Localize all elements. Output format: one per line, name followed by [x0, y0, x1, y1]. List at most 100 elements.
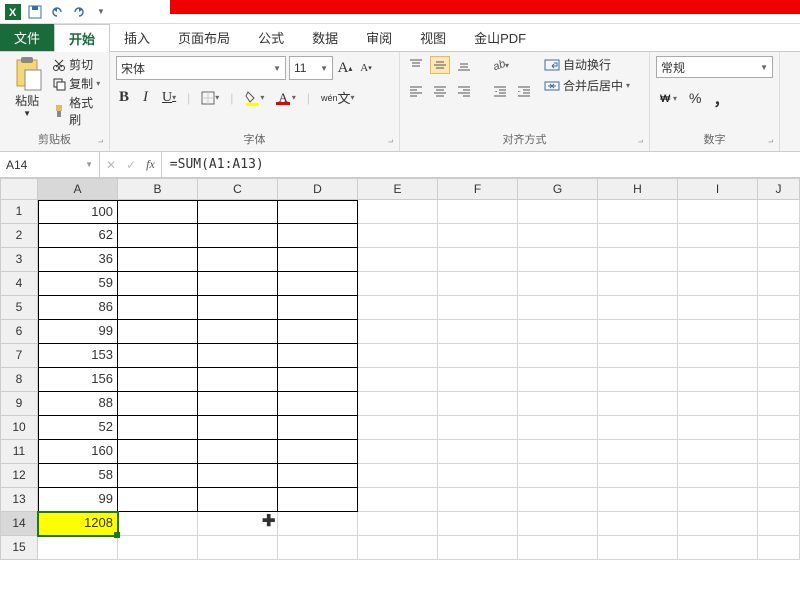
tab-insert[interactable]: 插入: [110, 24, 164, 51]
cell[interactable]: [438, 416, 518, 440]
cell[interactable]: [758, 200, 800, 224]
cell[interactable]: [598, 440, 678, 464]
cell[interactable]: [438, 272, 518, 296]
cell[interactable]: [518, 224, 598, 248]
cell[interactable]: [518, 320, 598, 344]
cell[interactable]: [438, 200, 518, 224]
cell[interactable]: [118, 488, 198, 512]
cell[interactable]: [198, 464, 278, 488]
cell[interactable]: [358, 272, 438, 296]
cell[interactable]: [678, 368, 758, 392]
cell[interactable]: [118, 272, 198, 296]
cell[interactable]: [118, 368, 198, 392]
font-color-button[interactable]: A▾: [275, 88, 298, 108]
cell[interactable]: [598, 248, 678, 272]
cell[interactable]: [518, 344, 598, 368]
cell[interactable]: [118, 536, 198, 560]
cell[interactable]: [278, 488, 358, 512]
col-header-H[interactable]: H: [598, 178, 678, 200]
cell[interactable]: [438, 224, 518, 248]
cut-button[interactable]: 剪切: [52, 56, 103, 73]
cell[interactable]: [598, 296, 678, 320]
cell[interactable]: [278, 368, 358, 392]
cell[interactable]: [598, 272, 678, 296]
cell[interactable]: [598, 392, 678, 416]
cell[interactable]: [118, 440, 198, 464]
cell[interactable]: [678, 512, 758, 536]
cell[interactable]: [358, 200, 438, 224]
cell[interactable]: [678, 440, 758, 464]
font-size-select[interactable]: 11▼: [289, 56, 333, 80]
comma-button[interactable]: ，: [710, 84, 732, 112]
cell[interactable]: [118, 224, 198, 248]
wrap-text-button[interactable]: 自动换行: [544, 56, 630, 73]
align-middle-icon[interactable]: [430, 56, 450, 74]
phonetic-button[interactable]: wén文▾: [318, 86, 358, 109]
cell[interactable]: 156: [38, 368, 118, 392]
cell[interactable]: [278, 224, 358, 248]
font-name-select[interactable]: 宋体▼: [116, 56, 286, 80]
cell[interactable]: [358, 512, 438, 536]
tab-review[interactable]: 审阅: [352, 24, 406, 51]
cell[interactable]: [118, 248, 198, 272]
orientation-icon[interactable]: ab▾: [490, 56, 510, 74]
cell[interactable]: 100: [38, 200, 118, 224]
col-header-E[interactable]: E: [358, 178, 438, 200]
bold-button[interactable]: B: [116, 87, 132, 108]
col-header-C[interactable]: C: [198, 178, 278, 200]
cell[interactable]: [358, 464, 438, 488]
cell[interactable]: [278, 416, 358, 440]
cell[interactable]: [198, 416, 278, 440]
cell[interactable]: [358, 344, 438, 368]
cell[interactable]: [758, 416, 800, 440]
cell[interactable]: 86: [38, 296, 118, 320]
copy-button[interactable]: 复制▾: [52, 75, 103, 92]
cell[interactable]: [678, 488, 758, 512]
cell[interactable]: 160: [38, 440, 118, 464]
cell[interactable]: [678, 416, 758, 440]
cell[interactable]: [358, 248, 438, 272]
cell[interactable]: [278, 464, 358, 488]
border-button[interactable]: ▾: [198, 89, 222, 107]
cell[interactable]: [518, 416, 598, 440]
tab-formulas[interactable]: 公式: [244, 24, 298, 51]
cell[interactable]: [358, 440, 438, 464]
cell[interactable]: [518, 512, 598, 536]
cell[interactable]: [198, 536, 278, 560]
cell[interactable]: [678, 272, 758, 296]
row-header[interactable]: 9: [0, 392, 38, 416]
align-right-icon[interactable]: [454, 82, 474, 100]
row-header[interactable]: 13: [0, 488, 38, 512]
row-header[interactable]: 6: [0, 320, 38, 344]
cell[interactable]: 36: [38, 248, 118, 272]
cell[interactable]: [758, 248, 800, 272]
col-header-I[interactable]: I: [678, 178, 758, 200]
cell[interactable]: [678, 296, 758, 320]
cell[interactable]: [358, 392, 438, 416]
cell[interactable]: [278, 440, 358, 464]
cell[interactable]: [438, 368, 518, 392]
cell[interactable]: [598, 344, 678, 368]
row-header[interactable]: 1: [0, 200, 38, 224]
paste-button[interactable]: 粘贴 ▼: [6, 56, 48, 128]
cell[interactable]: [198, 272, 278, 296]
cell[interactable]: [278, 296, 358, 320]
cell[interactable]: [518, 464, 598, 488]
tab-home[interactable]: 开始: [54, 24, 110, 52]
increase-font-icon[interactable]: A▴: [336, 58, 354, 78]
cell[interactable]: [198, 200, 278, 224]
row-header[interactable]: 12: [0, 464, 38, 488]
cell[interactable]: [118, 296, 198, 320]
cell[interactable]: [438, 512, 518, 536]
cell[interactable]: [518, 488, 598, 512]
enter-icon[interactable]: ✓: [126, 158, 136, 172]
cell[interactable]: [278, 248, 358, 272]
row-header[interactable]: 4: [0, 272, 38, 296]
row-header[interactable]: 14: [0, 512, 38, 536]
cell[interactable]: [38, 536, 118, 560]
cell[interactable]: [198, 392, 278, 416]
col-header-G[interactable]: G: [518, 178, 598, 200]
increase-indent-icon[interactable]: [514, 82, 534, 100]
cell[interactable]: [518, 248, 598, 272]
cell[interactable]: [598, 200, 678, 224]
